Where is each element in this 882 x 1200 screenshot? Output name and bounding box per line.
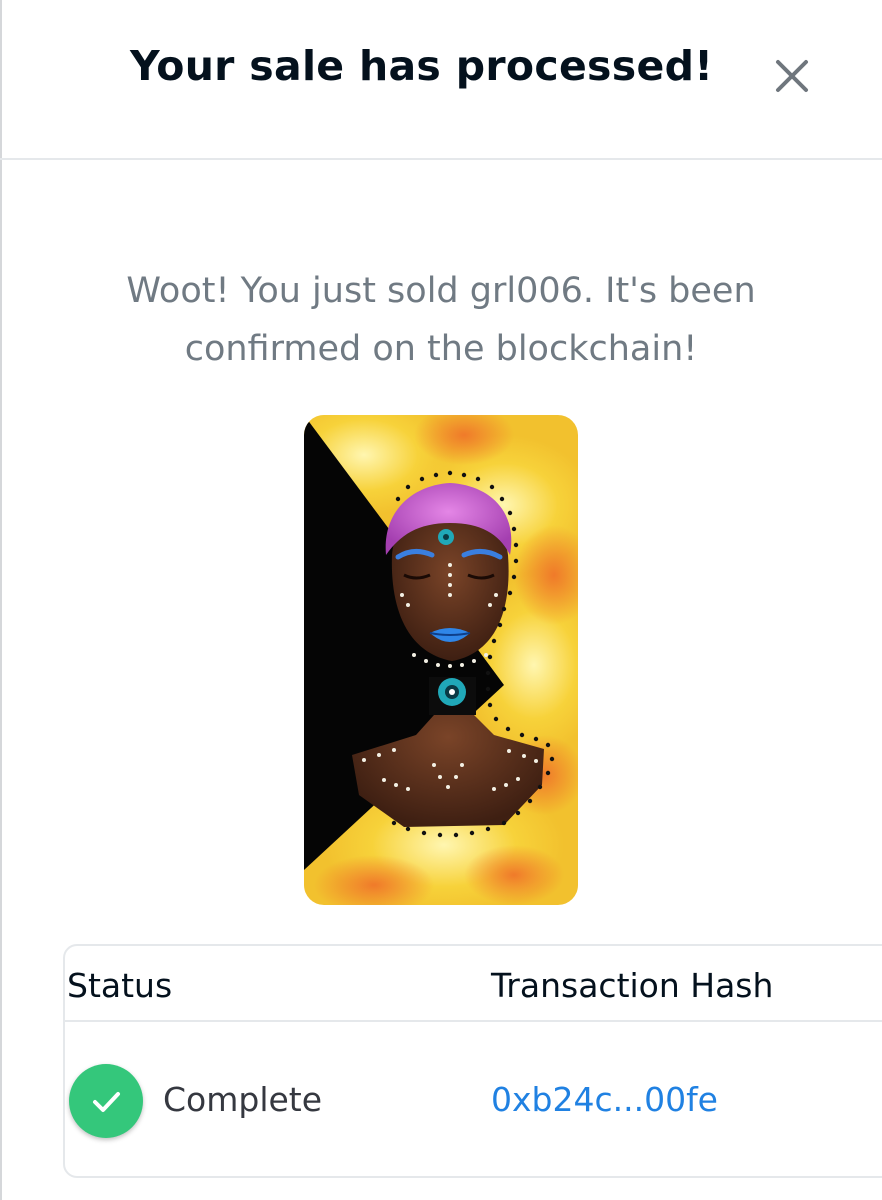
transaction-hash-link[interactable]: 0xb24c...00fe bbox=[491, 1080, 718, 1119]
modal-header: Your sale has processed! bbox=[0, 0, 882, 160]
close-icon bbox=[776, 60, 808, 92]
transaction-hash-column-header: Transaction Hash bbox=[491, 966, 774, 1005]
modal-title: Your sale has processed! bbox=[130, 42, 714, 90]
status-column-header: Status bbox=[67, 966, 173, 1005]
status-value: Complete bbox=[163, 1080, 323, 1119]
window-left-edge bbox=[0, 0, 2, 1200]
check-circle-icon bbox=[69, 1064, 143, 1138]
nft-artwork-image bbox=[304, 415, 578, 905]
sale-confirmation-message: Woot! You just sold grl006. It's been co… bbox=[126, 271, 756, 369]
close-button[interactable] bbox=[770, 54, 814, 98]
table-divider bbox=[65, 1020, 882, 1022]
transaction-table: Status Transaction Hash Complete 0xb24c.… bbox=[63, 944, 882, 1178]
